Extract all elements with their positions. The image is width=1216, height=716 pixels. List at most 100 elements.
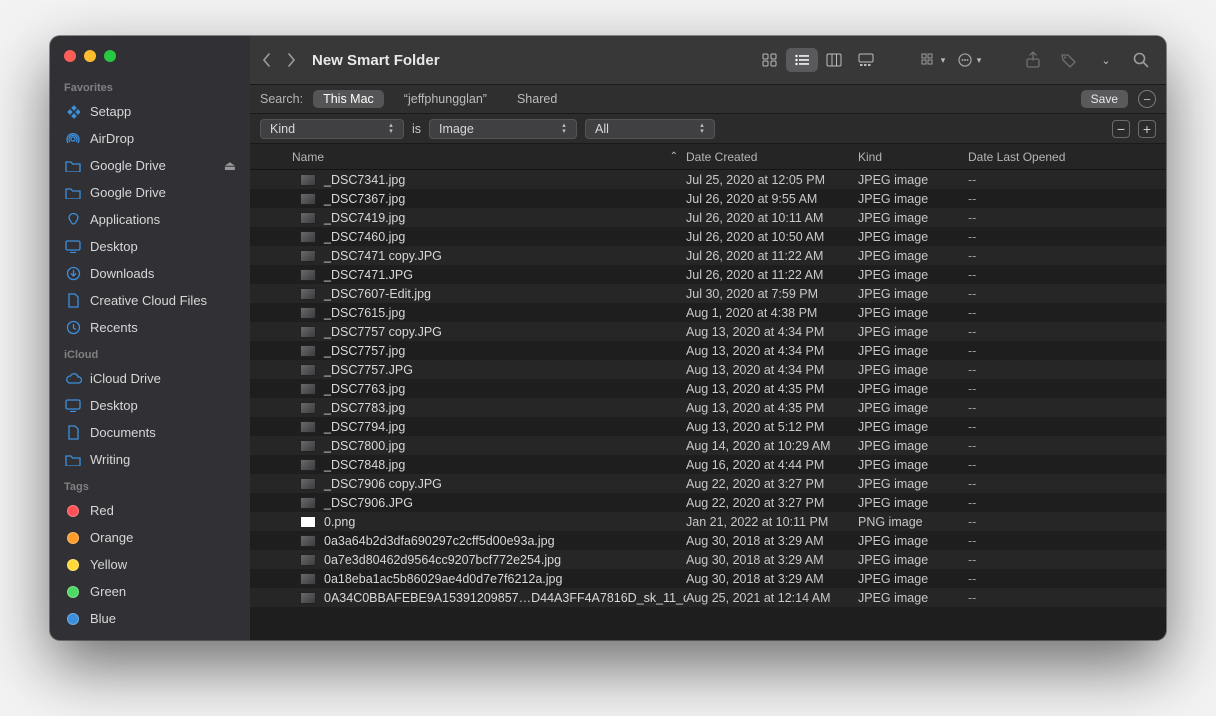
- save-search-button[interactable]: Save: [1081, 90, 1128, 108]
- file-thumbnail-icon: [300, 345, 316, 357]
- sidebar-item[interactable]: Writing: [50, 446, 250, 473]
- file-name: 0.png: [324, 515, 355, 529]
- file-row[interactable]: _DSC7607-Edit.jpg Jul 30, 2020 at 7:59 P…: [250, 284, 1166, 303]
- back-button[interactable]: [262, 52, 272, 68]
- sidebar-item-label: Setapp: [90, 104, 236, 119]
- group-by-button[interactable]: ▾: [920, 48, 946, 72]
- file-kind: JPEG image: [858, 420, 968, 434]
- view-columns-button[interactable]: [818, 48, 850, 72]
- column-name[interactable]: Name ⌃: [260, 150, 686, 164]
- sidebar-tag-label: Red: [90, 503, 236, 518]
- select-caret-icon: ▴▾: [558, 123, 570, 135]
- file-kind: JPEG image: [858, 230, 968, 244]
- file-date-created: Aug 13, 2020 at 5:12 PM: [686, 420, 858, 434]
- column-date-last-opened[interactable]: Date Last Opened: [968, 150, 1156, 164]
- file-row[interactable]: _DSC7800.jpg Aug 14, 2020 at 10:29 AM JP…: [250, 436, 1166, 455]
- file-row[interactable]: _DSC7367.jpg Jul 26, 2020 at 9:55 AM JPE…: [250, 189, 1166, 208]
- view-list-button[interactable]: [786, 48, 818, 72]
- file-thumbnail-icon: [300, 535, 316, 547]
- column-headers: Name ⌃ Date Created Kind Date Last Opene…: [250, 144, 1166, 170]
- criteria-bar: Kind ▴▾ is Image ▴▾ All ▴▾ − +: [250, 114, 1166, 144]
- file-row[interactable]: 0.png Jan 21, 2022 at 10:11 PM PNG image…: [250, 512, 1166, 531]
- scope-shared[interactable]: Shared: [507, 90, 567, 108]
- minimize-button[interactable]: [84, 50, 96, 62]
- column-kind[interactable]: Kind: [858, 150, 968, 164]
- sidebar-tag-label: Green: [90, 584, 236, 599]
- forward-button[interactable]: [286, 52, 296, 68]
- file-row[interactable]: _DSC7460.jpg Jul 26, 2020 at 10:50 AM JP…: [250, 227, 1166, 246]
- search-button[interactable]: [1128, 48, 1154, 72]
- close-button[interactable]: [64, 50, 76, 62]
- file-date-last-opened: --: [968, 439, 1156, 453]
- file-row[interactable]: 0a18eba1ac5b86029ae4d0d7e7f6212a.jpg Aug…: [250, 569, 1166, 588]
- criteria-value-select[interactable]: Image ▴▾: [429, 119, 577, 139]
- file-date-created: Aug 13, 2020 at 4:34 PM: [686, 325, 858, 339]
- file-date-last-opened: --: [968, 477, 1156, 491]
- file-row[interactable]: _DSC7906.JPG Aug 22, 2020 at 3:27 PM JPE…: [250, 493, 1166, 512]
- file-row[interactable]: 0a7e3d80462d9564cc9207bcf772e254.jpg Aug…: [250, 550, 1166, 569]
- file-row[interactable]: _DSC7615.jpg Aug 1, 2020 at 4:38 PM JPEG…: [250, 303, 1166, 322]
- zoom-button[interactable]: [104, 50, 116, 62]
- sidebar-tag[interactable]: Blue: [50, 605, 250, 632]
- sidebar-item[interactable]: Desktop: [50, 392, 250, 419]
- file-row[interactable]: 0A34C0BBAFEBE9A15391209857…D44A3FF4A7816…: [250, 588, 1166, 607]
- file-date-created: Jul 26, 2020 at 11:22 AM: [686, 249, 858, 263]
- sidebar-item[interactable]: Desktop: [50, 233, 250, 260]
- sidebar-item[interactable]: Applications: [50, 206, 250, 233]
- criteria-extra-select[interactable]: All ▴▾: [585, 119, 715, 139]
- file-row[interactable]: _DSC7783.jpg Aug 13, 2020 at 4:35 PM JPE…: [250, 398, 1166, 417]
- sidebar-tag[interactable]: Orange: [50, 524, 250, 551]
- sidebar-item[interactable]: Setapp: [50, 98, 250, 125]
- more-button[interactable]: ⌄: [1092, 48, 1118, 72]
- nav-arrows: [262, 52, 296, 68]
- file-date-created: Aug 13, 2020 at 4:35 PM: [686, 382, 858, 396]
- remove-criteria-button[interactable]: −: [1138, 90, 1156, 108]
- sidebar-item[interactable]: Google Drive: [50, 179, 250, 206]
- sidebar-tag[interactable]: Yellow: [50, 551, 250, 578]
- file-row[interactable]: _DSC7848.jpg Aug 16, 2020 at 4:44 PM JPE…: [250, 455, 1166, 474]
- view-gallery-button[interactable]: [850, 48, 882, 72]
- tags-button[interactable]: [1056, 48, 1082, 72]
- file-date-last-opened: --: [968, 363, 1156, 377]
- file-kind: JPEG image: [858, 477, 968, 491]
- file-row[interactable]: _DSC7794.jpg Aug 13, 2020 at 5:12 PM JPE…: [250, 417, 1166, 436]
- sidebar-item[interactable]: Creative Cloud Files: [50, 287, 250, 314]
- sidebar-tag[interactable]: Red: [50, 497, 250, 524]
- file-kind: JPEG image: [858, 325, 968, 339]
- view-icons-button[interactable]: [754, 48, 786, 72]
- sidebar-item-label: Downloads: [90, 266, 236, 281]
- file-row[interactable]: _DSC7471 copy.JPG Jul 26, 2020 at 11:22 …: [250, 246, 1166, 265]
- action-menu-button[interactable]: ▾: [956, 48, 982, 72]
- sidebar-item[interactable]: Downloads: [50, 260, 250, 287]
- file-thumbnail-icon: [300, 174, 316, 186]
- criteria-add-button[interactable]: +: [1138, 120, 1156, 138]
- sidebar-item[interactable]: iCloud Drive: [50, 365, 250, 392]
- sidebar-item[interactable]: Google Drive ⏏: [50, 152, 250, 179]
- file-row[interactable]: _DSC7341.jpg Jul 25, 2020 at 12:05 PM JP…: [250, 170, 1166, 189]
- file-row[interactable]: _DSC7419.jpg Jul 26, 2020 at 10:11 AM JP…: [250, 208, 1166, 227]
- scope-user[interactable]: “jeffphungglan”: [394, 90, 497, 108]
- file-kind: JPEG image: [858, 382, 968, 396]
- criteria-remove-button[interactable]: −: [1112, 120, 1130, 138]
- file-row[interactable]: _DSC7757.JPG Aug 13, 2020 at 4:34 PM JPE…: [250, 360, 1166, 379]
- sidebar-item[interactable]: Recents: [50, 314, 250, 341]
- sidebar-tag[interactable]: Green: [50, 578, 250, 605]
- share-button[interactable]: [1020, 48, 1046, 72]
- file-name: 0a7e3d80462d9564cc9207bcf772e254.jpg: [324, 553, 561, 567]
- sidebar-item-label: Desktop: [90, 239, 236, 254]
- scope-this-mac[interactable]: This Mac: [313, 90, 384, 108]
- setapp-icon: [64, 105, 82, 119]
- file-row[interactable]: _DSC7906 copy.JPG Aug 22, 2020 at 3:27 P…: [250, 474, 1166, 493]
- sidebar-item[interactable]: Documents: [50, 419, 250, 446]
- eject-icon[interactable]: ⏏: [224, 158, 236, 174]
- column-date-created[interactable]: Date Created: [686, 150, 858, 164]
- file-row[interactable]: _DSC7757 copy.JPG Aug 13, 2020 at 4:34 P…: [250, 322, 1166, 341]
- tag-color-icon: [64, 532, 82, 544]
- criteria-field-select[interactable]: Kind ▴▾: [260, 119, 404, 139]
- file-name: _DSC7419.jpg: [324, 211, 405, 225]
- file-row[interactable]: _DSC7471.JPG Jul 26, 2020 at 11:22 AM JP…: [250, 265, 1166, 284]
- file-row[interactable]: _DSC7757.jpg Aug 13, 2020 at 4:34 PM JPE…: [250, 341, 1166, 360]
- sidebar-item[interactable]: AirDrop: [50, 125, 250, 152]
- file-row[interactable]: 0a3a64b2d3dfa690297c2cff5d00e93a.jpg Aug…: [250, 531, 1166, 550]
- file-row[interactable]: _DSC7763.jpg Aug 13, 2020 at 4:35 PM JPE…: [250, 379, 1166, 398]
